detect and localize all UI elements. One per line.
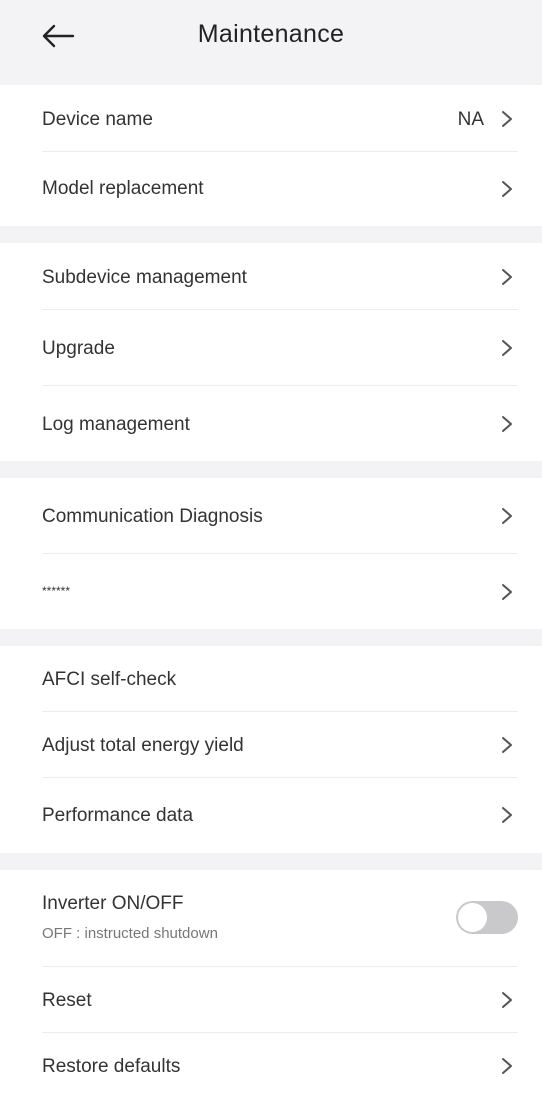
- row-label: Reset: [42, 990, 92, 1011]
- row-device-name[interactable]: Device name NA: [0, 85, 542, 152]
- row-label: Communication Diagnosis: [42, 506, 263, 527]
- device-name-value: NA: [457, 109, 484, 130]
- row-label: Adjust total energy yield: [42, 735, 244, 756]
- chevron-right-icon: [502, 807, 512, 823]
- chevron-right-icon: [502, 269, 512, 285]
- row-afci-self-check[interactable]: AFCI self-check: [0, 646, 542, 712]
- group-device: Device name NA Model replacement: [0, 85, 542, 226]
- row-label: Inverter ON/OFF: [42, 893, 184, 914]
- chevron-right-icon: [502, 737, 512, 753]
- header: Maintenance: [0, 0, 542, 85]
- row-performance-data[interactable]: Performance data: [0, 778, 542, 853]
- row-label: Restore defaults: [42, 1056, 181, 1077]
- row-label: Performance data: [42, 805, 194, 826]
- row-model-replacement[interactable]: Model replacement: [0, 152, 542, 226]
- row-label: Log management: [42, 414, 190, 435]
- group-diagnostics: AFCI self-check Adjust total energy yiel…: [0, 646, 542, 853]
- row-adjust-energy-yield[interactable]: Adjust total energy yield: [0, 712, 542, 778]
- row-masked-item[interactable]: ******: [0, 554, 542, 629]
- group-communication: Communication Diagnosis ******: [0, 478, 542, 629]
- row-label: Upgrade: [42, 338, 115, 359]
- row-label: ******: [42, 584, 71, 598]
- chevron-right-icon: [502, 340, 512, 356]
- chevron-right-icon: [502, 111, 512, 127]
- inverter-toggle[interactable]: [456, 901, 518, 934]
- row-label: Subdevice management: [42, 267, 247, 288]
- row-restore-defaults[interactable]: Restore defaults: [0, 1033, 542, 1095]
- inverter-status-text: OFF : instructed shutdown: [42, 925, 218, 942]
- chevron-right-icon: [502, 1058, 512, 1074]
- chevron-right-icon: [502, 416, 512, 432]
- row-log-management[interactable]: Log management: [0, 386, 542, 461]
- row-label: Device name: [42, 109, 153, 130]
- group-control: Inverter ON/OFF OFF : instructed shutdow…: [0, 870, 542, 1095]
- chevron-right-icon: [502, 508, 512, 524]
- chevron-right-icon: [502, 992, 512, 1008]
- chevron-right-icon: [502, 181, 512, 197]
- group-management: Subdevice management Upgrade Log managem…: [0, 243, 542, 461]
- row-label: AFCI self-check: [42, 669, 177, 690]
- row-reset[interactable]: Reset: [0, 967, 542, 1033]
- row-inverter-on-off: Inverter ON/OFF OFF : instructed shutdow…: [0, 870, 542, 967]
- chevron-right-icon: [502, 584, 512, 600]
- row-upgrade[interactable]: Upgrade: [0, 310, 542, 386]
- toggle-knob: [458, 903, 487, 932]
- row-subdevice-management[interactable]: Subdevice management: [0, 243, 542, 310]
- row-label: Model replacement: [42, 178, 204, 199]
- page-title: Maintenance: [197, 20, 345, 48]
- row-communication-diagnosis[interactable]: Communication Diagnosis: [0, 478, 542, 554]
